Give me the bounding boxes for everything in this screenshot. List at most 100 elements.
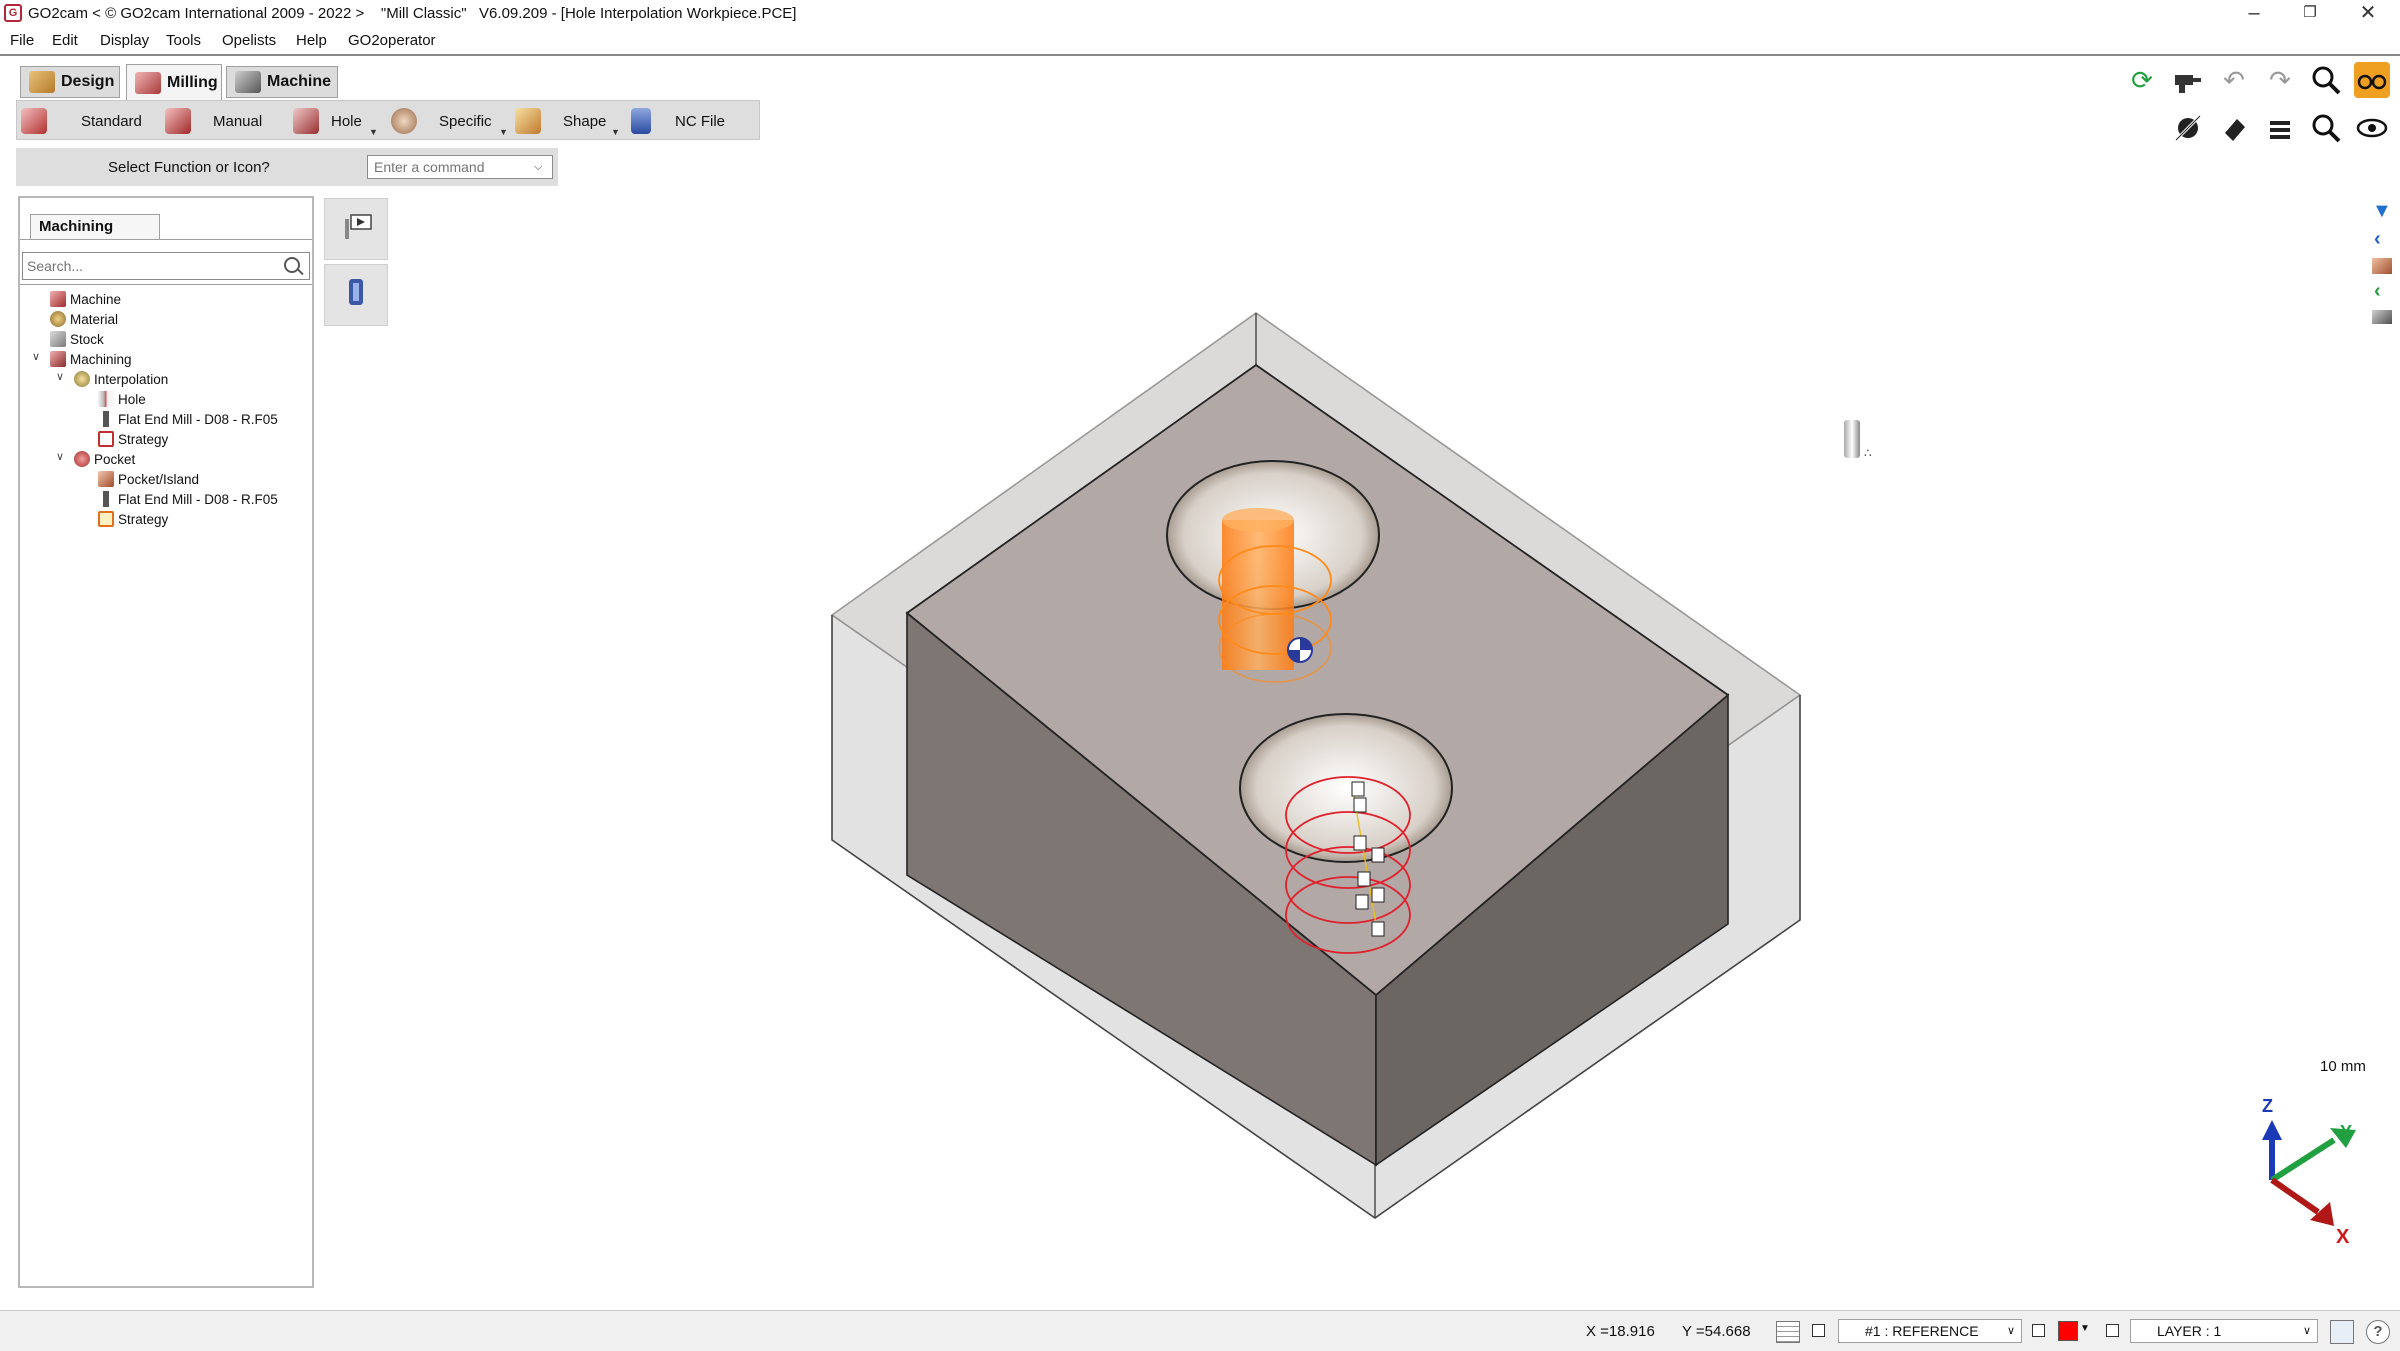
view-toolbar-bottom — [2170, 110, 2390, 146]
undo-icon[interactable]: ↶ — [2216, 62, 2252, 98]
tab-machine[interactable]: Machine — [226, 66, 338, 98]
layer-select[interactable]: LAYER : 1 ∨ — [2130, 1319, 2318, 1343]
tree-item-label: Pocket — [94, 451, 136, 467]
pocket-island-icon — [98, 471, 114, 487]
nc-file-label: NC File — [675, 112, 726, 130]
milling-icon — [135, 71, 161, 94]
grid-display-icon[interactable] — [1776, 1321, 1800, 1343]
tree-item-pocket[interactable]: Pocket — [74, 450, 135, 468]
drill-icon[interactable] — [2170, 62, 2206, 98]
hide-entities-icon[interactable] — [2170, 110, 2206, 146]
tree-item-material[interactable]: Material — [50, 310, 118, 328]
machine-icon — [235, 71, 261, 93]
tree-item-hole[interactable]: Hole — [98, 390, 146, 408]
tree-item-label: Interpolation — [94, 371, 169, 387]
chevron-down-icon: ∨ — [2006, 1325, 2015, 1337]
tab-design[interactable]: Design — [20, 66, 120, 98]
visibility-icon[interactable] — [2354, 110, 2390, 146]
search-icon[interactable] — [284, 257, 300, 273]
command-dropdown-icon[interactable]: ⌵ — [534, 161, 542, 174]
layers-icon[interactable] — [2262, 110, 2298, 146]
tree-item-label: Hole — [118, 391, 146, 407]
command-input[interactable] — [367, 155, 553, 179]
function-toolbar: Standard Manual Hole ▼ Specific ▼ Shape … — [16, 100, 760, 140]
collapse-left-icon[interactable]: ‹ — [2374, 228, 2381, 251]
redo-icon[interactable]: ↷ — [2262, 62, 2298, 98]
help-icon[interactable]: ? — [2366, 1320, 2390, 1344]
collapse-interpolation-icon[interactable]: ∨ — [56, 370, 64, 383]
tree-item-label: Flat End Mill - D08 - R.F05 — [118, 411, 278, 427]
flat-end-mill-icon — [98, 491, 114, 507]
zoom-window-icon[interactable] — [2308, 110, 2344, 146]
collapse-left-green-icon[interactable]: ‹ — [2374, 280, 2381, 303]
hole-button[interactable]: Hole — [293, 107, 362, 135]
layer-checkbox[interactable] — [2106, 1324, 2119, 1337]
hole-icon — [293, 108, 319, 134]
tree-item-stock[interactable]: Stock — [50, 330, 104, 348]
stock-view-icon[interactable] — [2372, 310, 2392, 324]
tree-divider — [20, 284, 312, 285]
close-icon[interactable]: ✕ — [2342, 0, 2394, 28]
regenerate-icon[interactable]: ⟳ — [2124, 62, 2160, 98]
menu-go2operator[interactable]: GO2operator — [348, 32, 436, 49]
tree-item-tool[interactable]: Flat End Mill - D08 - R.F05 — [98, 410, 278, 428]
tree-search-input[interactable] — [22, 252, 310, 280]
strategy-icon — [98, 431, 114, 447]
tab-divider — [20, 239, 312, 240]
tree-item-machining[interactable]: Machining — [50, 350, 132, 368]
specific-icon — [391, 108, 417, 134]
active-color-swatch[interactable] — [2058, 1321, 2078, 1341]
hole-dropdown-icon[interactable]: ▼ — [369, 127, 378, 137]
status-bar: X =18.916 Y =54.668 #1 : REFERENCE ∨ ▼ L… — [0, 1310, 2400, 1351]
eraser-icon[interactable] — [2216, 110, 2252, 146]
manual-button[interactable]: Manual — [165, 107, 262, 135]
part-icon[interactable] — [2372, 258, 2392, 274]
hole-bottom — [1239, 713, 1453, 863]
shape-button[interactable]: Shape — [515, 107, 606, 135]
nc-file-button[interactable]: NC File — [631, 107, 725, 135]
zoom-icon[interactable] — [2308, 62, 2344, 98]
menu-tools[interactable]: Tools — [166, 32, 201, 49]
viewport-3d[interactable] — [330, 290, 2360, 1300]
simulation-button[interactable] — [324, 198, 388, 260]
menu-help[interactable]: Help — [296, 32, 327, 49]
reference-select[interactable]: #1 : REFERENCE ∨ — [1838, 1319, 2022, 1343]
coord-y: Y =54.668 — [1682, 1323, 1751, 1340]
tree-item-label: Machining — [70, 351, 132, 367]
tree-item-strategy[interactable]: Strategy — [98, 430, 168, 448]
view-settings-icon[interactable] — [2330, 1320, 2354, 1344]
menu-edit[interactable]: Edit — [52, 32, 78, 49]
pocket-icon — [74, 451, 90, 467]
tab-milling[interactable]: Milling — [126, 64, 222, 100]
standard-button[interactable]: Standard — [21, 107, 142, 135]
restore-icon[interactable]: ❐ — [2284, 0, 2336, 28]
glasses-icon[interactable] — [2354, 62, 2390, 98]
shape-label: Shape — [563, 112, 607, 130]
minimize-icon[interactable]: – — [2228, 0, 2280, 28]
specific-dropdown-icon[interactable]: ▼ — [499, 127, 508, 137]
filter-icon[interactable]: ▼ — [2372, 200, 2392, 223]
color-dropdown-icon[interactable]: ▼ — [2080, 1323, 2090, 1334]
menu-file[interactable]: File — [10, 32, 34, 49]
tree-item-interpolation[interactable]: Interpolation — [74, 370, 168, 388]
specific-button[interactable]: Specific — [391, 107, 492, 135]
machining-panel: Machining Machine Material Stock ∨ Machi… — [18, 196, 314, 1288]
right-strip: ▼ ‹ ‹ — [2366, 196, 2398, 336]
tree-item-machine[interactable]: Machine — [50, 290, 121, 308]
collapse-machining-icon[interactable]: ∨ — [32, 350, 40, 363]
tree-item-tool[interactable]: Flat End Mill - D08 - R.F05 — [98, 490, 278, 508]
tab-machining[interactable]: Machining — [30, 214, 160, 240]
tree-item-label: Pocket/Island — [118, 471, 200, 487]
menu-opelists[interactable]: Opelists — [222, 32, 276, 49]
shape-icon — [515, 108, 541, 134]
collapse-pocket-icon[interactable]: ∨ — [56, 450, 64, 463]
tree-item-pocket-island[interactable]: Pocket/Island — [98, 470, 199, 488]
shape-dropdown-icon[interactable]: ▼ — [611, 127, 620, 137]
tree-item-strategy[interactable]: Strategy — [98, 510, 168, 528]
menu-display[interactable]: Display — [100, 32, 149, 49]
option-checkbox[interactable] — [1812, 1324, 1825, 1337]
cursor-dots-icon: ∴ — [1864, 446, 1872, 460]
reference-checkbox[interactable] — [2032, 1324, 2045, 1337]
tool-cursor-icon — [1844, 420, 1860, 458]
tree-item-label: Material — [70, 311, 119, 327]
